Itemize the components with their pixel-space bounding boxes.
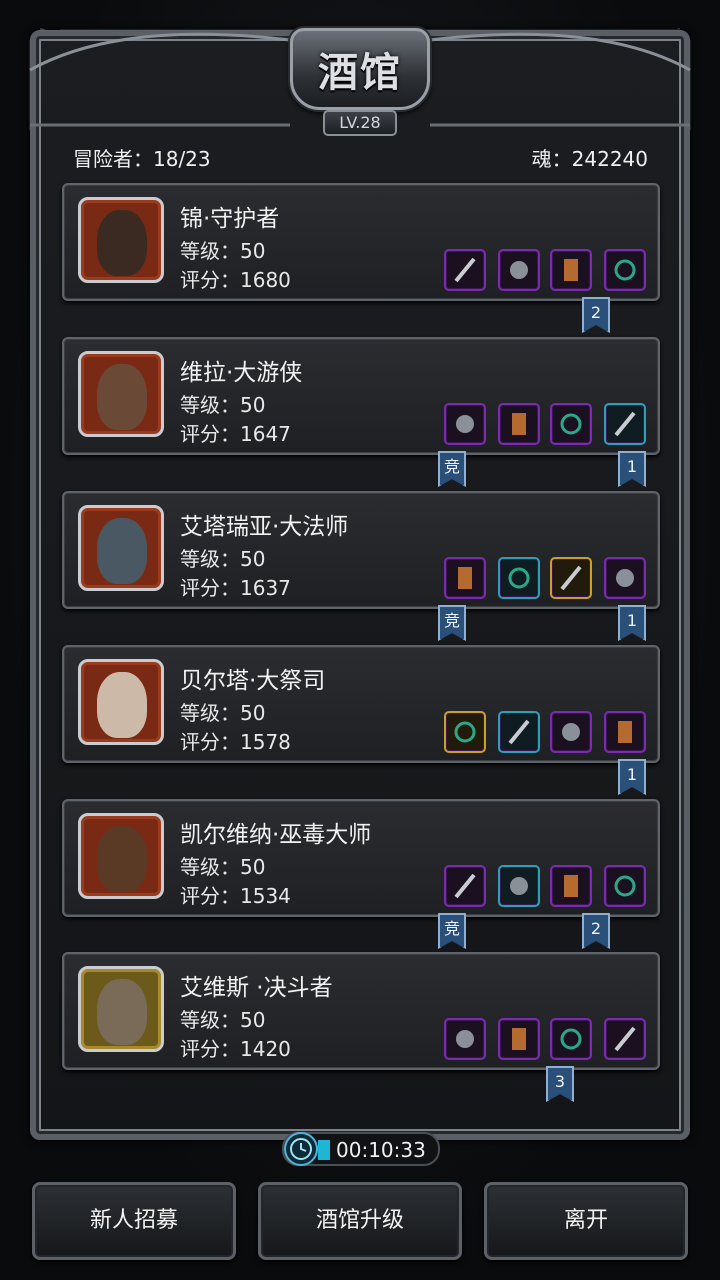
equipment-icon bbox=[564, 875, 578, 897]
equipment-slot[interactable] bbox=[604, 557, 646, 599]
equipment-icon bbox=[512, 1028, 526, 1050]
equipment-icon bbox=[560, 1028, 582, 1050]
leave-button[interactable]: 离开 bbox=[484, 1182, 688, 1260]
hero-portrait: ★★★★ bbox=[78, 659, 164, 745]
equipment-slot[interactable] bbox=[498, 403, 540, 445]
equipment-icon bbox=[618, 721, 632, 743]
equipment-icon bbox=[562, 723, 580, 741]
hero-portrait: ★★★★ bbox=[78, 813, 164, 899]
page-title: 酒馆 bbox=[318, 49, 402, 96]
equipment-slot[interactable] bbox=[498, 249, 540, 291]
hero-score: 评分：1637 bbox=[180, 576, 291, 600]
equipment-icon bbox=[454, 721, 476, 743]
equipment-slot[interactable] bbox=[498, 865, 540, 907]
equipment-slot[interactable] bbox=[550, 557, 592, 599]
equipment-slot[interactable] bbox=[444, 865, 486, 907]
hero-name: 艾塔瑞亚·大法师 bbox=[180, 514, 349, 540]
equipment-icon bbox=[454, 257, 476, 283]
equipment-slot[interactable] bbox=[550, 1018, 592, 1060]
equipment-icon bbox=[456, 415, 474, 433]
equipment-slot[interactable] bbox=[444, 711, 486, 753]
hero-face bbox=[97, 672, 147, 738]
hero-card[interactable]: ★★★★ 贝尔塔·大祭司等级：50评分：1578 1 bbox=[62, 645, 660, 795]
equipment-icon bbox=[614, 411, 636, 437]
equipment-icon bbox=[614, 259, 636, 281]
equipment-icon bbox=[454, 873, 476, 899]
timer-text: 00:10:33 bbox=[336, 1138, 426, 1162]
equipment-icon bbox=[508, 567, 530, 589]
hero-card[interactable]: ★★★★ 维拉·大游侠等级：50评分：1647 竞1 bbox=[62, 337, 660, 487]
equipment-slot[interactable] bbox=[444, 557, 486, 599]
equipment-icon bbox=[560, 413, 582, 435]
hero-card[interactable]: ★★★★ 艾维斯 ·决斗者等级：50评分：1420 3 bbox=[62, 952, 660, 1102]
hero-portrait: ★★★★ bbox=[78, 197, 164, 283]
equipment-icon bbox=[456, 1030, 474, 1048]
hero-face bbox=[97, 826, 147, 892]
soul-count: 魂：242240 bbox=[531, 147, 648, 171]
hero-name: 贝尔塔·大祭司 bbox=[180, 668, 326, 694]
hero-face bbox=[97, 364, 147, 430]
hero-portrait: ★★★★ bbox=[78, 351, 164, 437]
equipment-slot[interactable] bbox=[498, 557, 540, 599]
equipment-icon bbox=[510, 877, 528, 895]
equipment-slot[interactable] bbox=[604, 403, 646, 445]
equipment-slot[interactable] bbox=[550, 711, 592, 753]
equipment-icon bbox=[564, 259, 578, 281]
equipment-icon bbox=[614, 1026, 636, 1052]
hero-level: 等级：50 bbox=[180, 701, 266, 725]
hero-card[interactable]: ★★★★ 锦·守护者等级：50评分：1680 2 bbox=[62, 183, 660, 333]
equipment-icon bbox=[560, 565, 582, 591]
adventurer-count: 冒险者：18/23 bbox=[73, 147, 211, 171]
tavern-level-badge: LV.28 bbox=[323, 110, 397, 136]
hero-face bbox=[97, 518, 147, 584]
upgrade-tavern-button[interactable]: 酒馆升级 bbox=[258, 1182, 462, 1260]
equipment-slot[interactable] bbox=[550, 403, 592, 445]
hero-level: 等级：50 bbox=[180, 547, 266, 571]
hero-score: 评分：1534 bbox=[180, 884, 291, 908]
hero-score: 评分：1420 bbox=[180, 1037, 291, 1061]
hero-level: 等级：50 bbox=[180, 855, 266, 879]
hero-name: 凯尔维纳·巫毒大师 bbox=[180, 822, 372, 848]
timer-progress bbox=[318, 1140, 330, 1160]
hero-name: 艾维斯 ·决斗者 bbox=[180, 975, 333, 1001]
hero-level: 等级：50 bbox=[180, 239, 266, 263]
equipment-icon bbox=[614, 875, 636, 897]
clock-icon bbox=[284, 1132, 318, 1166]
equipment-icon bbox=[510, 261, 528, 279]
hero-portrait: ★★★★ bbox=[78, 505, 164, 591]
hero-score: 评分：1578 bbox=[180, 730, 291, 754]
hero-score: 评分：1647 bbox=[180, 422, 291, 446]
equipment-slot[interactable] bbox=[498, 711, 540, 753]
equipment-icon bbox=[616, 569, 634, 587]
equipment-icon bbox=[512, 413, 526, 435]
equipment-slot[interactable] bbox=[604, 249, 646, 291]
equipment-slot[interactable] bbox=[550, 249, 592, 291]
equipment-slot[interactable] bbox=[604, 1018, 646, 1060]
hero-card[interactable]: ★★★★ 凯尔维纳·巫毒大师等级：50评分：1534 竞2 bbox=[62, 799, 660, 949]
hero-level: 等级：50 bbox=[180, 393, 266, 417]
equipment-slot[interactable] bbox=[498, 1018, 540, 1060]
hero-score: 评分：1680 bbox=[180, 268, 291, 292]
equipment-slot[interactable] bbox=[604, 711, 646, 753]
refresh-timer: 00:10:33 bbox=[282, 1132, 440, 1166]
equipment-icon bbox=[508, 719, 530, 745]
hero-level: 等级：50 bbox=[180, 1008, 266, 1032]
equipment-slot[interactable] bbox=[444, 249, 486, 291]
recruit-button[interactable]: 新人招募 bbox=[32, 1182, 236, 1260]
equipment-slot[interactable] bbox=[444, 1018, 486, 1060]
hero-name: 锦·守护者 bbox=[180, 206, 280, 232]
equipment-icon bbox=[458, 567, 472, 589]
equipment-slot[interactable] bbox=[604, 865, 646, 907]
hero-face bbox=[97, 979, 147, 1045]
hero-card[interactable]: ★★★★ 艾塔瑞亚·大法师等级：50评分：1637 竞1 bbox=[62, 491, 660, 641]
equipment-slot[interactable] bbox=[444, 403, 486, 445]
hero-portrait: ★★★★ bbox=[78, 966, 164, 1052]
hero-name: 维拉·大游侠 bbox=[180, 360, 303, 386]
hero-face bbox=[97, 210, 147, 276]
equipment-slot[interactable] bbox=[550, 865, 592, 907]
